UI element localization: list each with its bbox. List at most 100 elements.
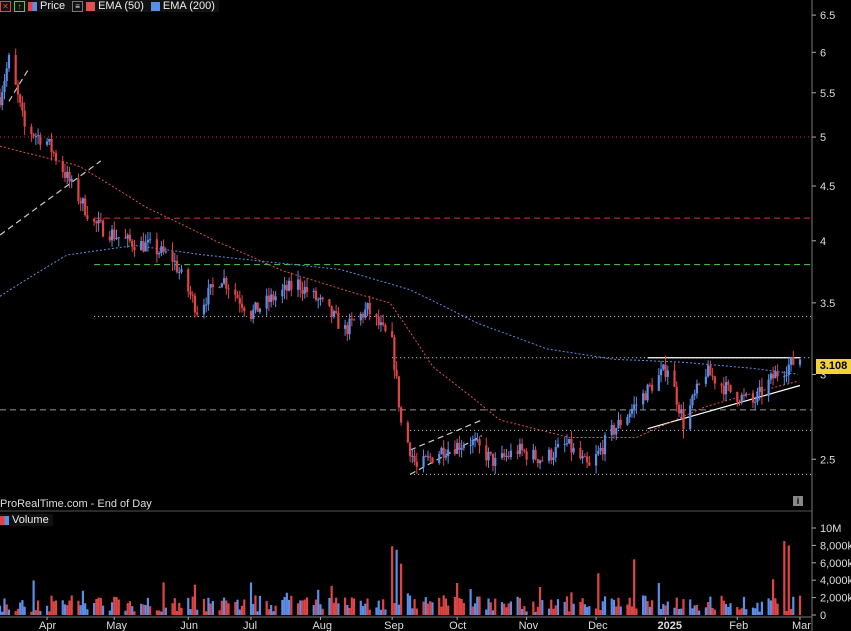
time-tick-label-5: Sep [384,620,404,631]
candle-body-4 [7,54,11,69]
volume-bar-217 [677,608,681,615]
volume-bar-47 [144,604,147,615]
volume-bar-203 [633,559,636,615]
volume-bar-43 [131,606,134,615]
volume-bar-173 [538,587,542,615]
volume-bar-7 [19,602,22,615]
candle-body-109 [337,312,340,329]
source-label: ProRealTime.com - End of Day [0,498,152,510]
volume-bar-140 [438,597,441,615]
candle-body-222 [693,393,696,396]
candle-body-246 [769,373,772,380]
volume-bar-213 [664,605,667,615]
volume-bar-148 [460,599,463,615]
volume-bar-146 [456,582,459,615]
volume-bar-208 [648,606,651,615]
volume-bar-138 [429,601,432,615]
volume-bar-250 [783,541,786,615]
volume-bar-108 [335,597,338,615]
candle-body-56 [173,260,176,262]
volume-bar-232 [724,603,728,615]
candle-body-207 [646,384,649,401]
volume-bar-40 [124,610,127,615]
volume-bar-57 [175,611,179,615]
volume-bar-99 [305,597,309,615]
volume-bar-222 [693,605,696,615]
volume-bar-186 [581,598,584,615]
volume-bar-0 [0,605,2,615]
candle-body-121 [377,317,380,326]
volume-bar-181 [565,596,569,615]
candle-body-113 [350,318,353,320]
volume-bar-221 [691,608,694,615]
remove-icon[interactable]: ✕ [0,0,11,12]
volume-bar-72 [222,597,226,615]
candle-body-33 [99,219,102,221]
volume-bar-185 [579,601,582,615]
candle-body-126 [393,337,396,370]
candle-body-201 [628,413,631,418]
volume-bar-113 [350,597,353,615]
candle-body-6 [16,84,20,95]
price-tick-label-8: 2.5 [820,454,835,466]
expand-icon[interactable]: ↑ [14,0,25,12]
candle-body-129 [400,407,403,423]
candle-body-146 [456,442,459,454]
volume-bar-231 [722,600,725,615]
volume-bar-23 [68,600,71,615]
candle-body-251 [785,374,788,377]
candle-body-79 [243,307,246,312]
ema200-legend-label[interactable]: EMA (200) [163,0,215,12]
candle-body-13 [36,135,40,137]
candle-body-24 [70,178,73,182]
candle-body-231 [722,385,725,395]
candle-body-37 [113,229,116,239]
info-icon[interactable]: i [793,496,803,506]
volume-bar-8 [21,600,24,615]
candle-body-63 [193,295,197,313]
price-tick-label-2: 5.5 [820,88,835,100]
volume-bar-211 [659,608,663,615]
volume-bar-92 [285,592,288,615]
volume-bar-210 [657,582,660,615]
volume-bar-53 [162,582,165,615]
candle-body-234 [729,384,732,392]
volume-tick-label-5: 0 [820,610,826,622]
volume-bar-73 [225,600,228,615]
menu-icon[interactable]: ≡ [72,0,84,12]
candle-body-34 [101,220,105,237]
candle-body-219 [682,410,685,430]
candle-body-7 [19,94,22,103]
candle-body-227 [709,365,712,376]
candle-body-3 [5,68,8,81]
candle-body-159 [494,457,497,466]
volume-bar-71 [220,600,223,615]
volume-bar-187 [583,604,586,615]
candle-body-150 [469,445,472,447]
chart-canvas[interactable]: 6.565.554.543.532.5 10M8,000k6,000k4,000… [0,0,851,631]
price-legend-label[interactable]: Price [40,0,65,12]
candle-body-92 [285,284,288,291]
candle-body-195 [610,425,613,436]
volume-bar-171 [534,611,537,615]
time-tick-label-7: Nov [519,620,539,631]
volume-bar-68 [209,603,212,615]
candle-body-166 [518,443,521,455]
candle-body-124 [384,324,387,332]
volume-bar-199 [619,606,622,615]
volume-bar-136 [424,597,427,615]
candle-body-154 [478,439,481,446]
volume-bar-50 [155,610,158,615]
candle-body-78 [240,303,244,308]
volume-bar-196 [612,599,616,615]
price-tick-label-4: 4.5 [820,181,835,193]
volume-bar-162 [505,607,508,615]
volume-bar-45 [140,603,143,615]
volume-legend-label[interactable]: Volume [12,514,49,526]
candle-body-206 [644,393,647,401]
volume-bar-144 [447,605,450,615]
ema50-legend-label[interactable]: EMA (50) [98,0,144,12]
volume-bar-125 [391,546,394,615]
volume-bar-205 [642,595,645,615]
volume-bar-67 [207,597,210,615]
